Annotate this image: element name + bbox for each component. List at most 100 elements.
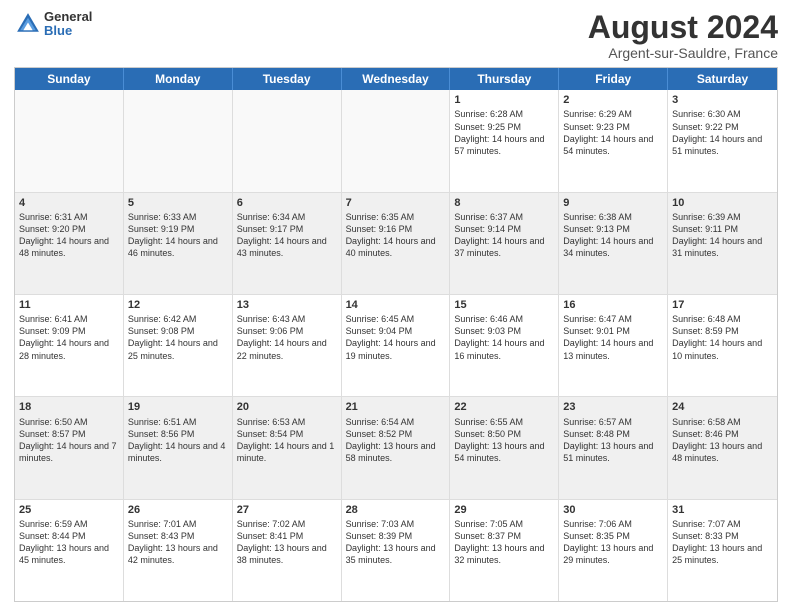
calendar-body: 1Sunrise: 6:28 AMSunset: 9:25 PMDaylight… [15, 90, 777, 601]
cal-cell-1-0: 4Sunrise: 6:31 AMSunset: 9:20 PMDaylight… [15, 193, 124, 294]
cal-cell-0-5: 2Sunrise: 6:29 AMSunset: 9:23 PMDaylight… [559, 90, 668, 191]
header-monday: Monday [124, 68, 233, 90]
day-number-14: 14 [346, 298, 446, 312]
day-number-22: 22 [454, 400, 554, 414]
cal-cell-1-5: 9Sunrise: 6:38 AMSunset: 9:13 PMDaylight… [559, 193, 668, 294]
location-subtitle: Argent-sur-Sauldre, France [588, 45, 778, 61]
cell-info-6: Sunrise: 6:34 AMSunset: 9:17 PMDaylight:… [237, 211, 337, 260]
cal-cell-1-1: 5Sunrise: 6:33 AMSunset: 9:19 PMDaylight… [124, 193, 233, 294]
cal-row-4: 25Sunrise: 6:59 AMSunset: 8:44 PMDayligh… [15, 500, 777, 601]
cell-info-19: Sunrise: 6:51 AMSunset: 8:56 PMDaylight:… [128, 416, 228, 465]
cell-info-3: Sunrise: 6:30 AMSunset: 9:22 PMDaylight:… [672, 108, 773, 157]
cal-cell-1-4: 8Sunrise: 6:37 AMSunset: 9:14 PMDaylight… [450, 193, 559, 294]
header-wednesday: Wednesday [342, 68, 451, 90]
cal-cell-4-2: 27Sunrise: 7:02 AMSunset: 8:41 PMDayligh… [233, 500, 342, 601]
cal-cell-3-4: 22 Sunrise: 6:55 AMSunset: 8:50 PMDayligh… [450, 397, 559, 498]
cal-cell-0-1 [124, 90, 233, 191]
cal-cell-2-6: 17Sunrise: 6:48 AMSunset: 8:59 PMDayligh… [668, 295, 777, 396]
day-number-9: 9 [563, 196, 663, 210]
cal-cell-4-5: 30Sunrise: 7:06 AMSunset: 8:35 PMDayligh… [559, 500, 668, 601]
cell-info-7: Sunrise: 6:35 AMSunset: 9:16 PMDaylight:… [346, 211, 446, 260]
cal-cell-2-4: 15Sunrise: 6:46 AMSunset: 9:03 PMDayligh… [450, 295, 559, 396]
cal-row-2: 11Sunrise: 6:41 AMSunset: 9:09 PMDayligh… [15, 295, 777, 397]
day-number-31: 31 [672, 503, 773, 517]
cell-info-10: Sunrise: 6:39 AMSunset: 9:11 PMDaylight:… [672, 211, 773, 260]
cal-cell-2-0: 11Sunrise: 6:41 AMSunset: 9:09 PMDayligh… [15, 295, 124, 396]
day-number-25: 25 [19, 503, 119, 517]
logo-blue-text: Blue [44, 23, 72, 38]
header-tuesday: Tuesday [233, 68, 342, 90]
cal-cell-3-2: 20 Sunrise: 6:53 AMSunset: 8:54 PMDayligh… [233, 397, 342, 498]
day-number-2: 2 [563, 93, 663, 107]
calendar-header: Sunday Monday Tuesday Wednesday Thursday… [15, 68, 777, 90]
cal-cell-2-1: 12Sunrise: 6:42 AMSunset: 9:08 PMDayligh… [124, 295, 233, 396]
day-number-1: 1 [454, 93, 554, 107]
cell-info-17: Sunrise: 6:48 AMSunset: 8:59 PMDaylight:… [672, 313, 773, 362]
cell-info-16: Sunrise: 6:47 AMSunset: 9:01 PMDaylight:… [563, 313, 663, 362]
day-number-13: 13 [237, 298, 337, 312]
day-number-26: 26 [128, 503, 228, 517]
header: General Blue August 2024 Argent-sur-Saul… [14, 10, 778, 61]
cell-info-23: Sunrise: 6:57 AMSunset: 8:48 PMDaylight:… [563, 416, 663, 465]
cell-info-31: Sunrise: 7:07 AMSunset: 8:33 PMDaylight:… [672, 518, 773, 567]
cal-row-0: 1Sunrise: 6:28 AMSunset: 9:25 PMDaylight… [15, 90, 777, 192]
cell-info-2: Sunrise: 6:29 AMSunset: 9:23 PMDaylight:… [563, 108, 663, 157]
cal-cell-0-6: 3Sunrise: 6:30 AMSunset: 9:22 PMDaylight… [668, 90, 777, 191]
day-number-20: 20 [237, 400, 337, 414]
day-number-23: 23 [563, 400, 663, 414]
cell-info-5: Sunrise: 6:33 AMSunset: 9:19 PMDaylight:… [128, 211, 228, 260]
cal-cell-2-3: 14Sunrise: 6:45 AMSunset: 9:04 PMDayligh… [342, 295, 451, 396]
day-number-27: 27 [237, 503, 337, 517]
cell-info-24: Sunrise: 6:58 AMSunset: 8:46 PMDaylight:… [672, 416, 773, 465]
day-number-30: 30 [563, 503, 663, 517]
cell-info-12: Sunrise: 6:42 AMSunset: 9:08 PMDaylight:… [128, 313, 228, 362]
cell-info-25: Sunrise: 6:59 AMSunset: 8:44 PMDaylight:… [19, 518, 119, 567]
day-number-15: 15 [454, 298, 554, 312]
header-saturday: Saturday [668, 68, 777, 90]
cell-info-14: Sunrise: 6:45 AMSunset: 9:04 PMDaylight:… [346, 313, 446, 362]
cal-cell-2-5: 16Sunrise: 6:47 AMSunset: 9:01 PMDayligh… [559, 295, 668, 396]
cell-info-1: Sunrise: 6:28 AMSunset: 9:25 PMDaylight:… [454, 108, 554, 157]
day-number-10: 10 [672, 196, 773, 210]
day-number-6: 6 [237, 196, 337, 210]
header-friday: Friday [559, 68, 668, 90]
day-number-24: 24 [672, 400, 773, 414]
cal-row-1: 4Sunrise: 6:31 AMSunset: 9:20 PMDaylight… [15, 193, 777, 295]
cal-cell-4-1: 26Sunrise: 7:01 AMSunset: 8:43 PMDayligh… [124, 500, 233, 601]
cal-row-3: 18 Sunrise: 6:50 AMSunset: 8:57 PMDayligh… [15, 397, 777, 499]
cal-cell-0-0 [15, 90, 124, 191]
cell-info-30: Sunrise: 7:06 AMSunset: 8:35 PMDaylight:… [563, 518, 663, 567]
logo-general-text: General [44, 9, 92, 24]
day-number-12: 12 [128, 298, 228, 312]
cell-info-22: Sunrise: 6:55 AMSunset: 8:50 PMDaylight:… [454, 416, 554, 465]
day-number-4: 4 [19, 196, 119, 210]
day-number-18: 18 [19, 400, 119, 414]
cal-cell-2-2: 13Sunrise: 6:43 AMSunset: 9:06 PMDayligh… [233, 295, 342, 396]
cal-cell-0-2 [233, 90, 342, 191]
day-number-8: 8 [454, 196, 554, 210]
cal-cell-1-6: 10Sunrise: 6:39 AMSunset: 9:11 PMDayligh… [668, 193, 777, 294]
cell-info-20: Sunrise: 6:53 AMSunset: 8:54 PMDaylight:… [237, 416, 337, 465]
day-number-19: 19 [128, 400, 228, 414]
month-year-title: August 2024 [588, 10, 778, 45]
header-thursday: Thursday [450, 68, 559, 90]
day-number-17: 17 [672, 298, 773, 312]
cell-info-29: Sunrise: 7:05 AMSunset: 8:37 PMDaylight:… [454, 518, 554, 567]
cal-cell-0-4: 1Sunrise: 6:28 AMSunset: 9:25 PMDaylight… [450, 90, 559, 191]
generalblue-logo-icon [14, 10, 42, 38]
cal-cell-0-3 [342, 90, 451, 191]
cal-cell-1-2: 6Sunrise: 6:34 AMSunset: 9:17 PMDaylight… [233, 193, 342, 294]
cal-cell-3-0: 18 Sunrise: 6:50 AMSunset: 8:57 PMDayligh… [15, 397, 124, 498]
cal-cell-3-5: 23 Sunrise: 6:57 AMSunset: 8:48 PMDayligh… [559, 397, 668, 498]
cell-info-9: Sunrise: 6:38 AMSunset: 9:13 PMDaylight:… [563, 211, 663, 260]
cal-cell-1-3: 7Sunrise: 6:35 AMSunset: 9:16 PMDaylight… [342, 193, 451, 294]
cell-info-4: Sunrise: 6:31 AMSunset: 9:20 PMDaylight:… [19, 211, 119, 260]
day-number-3: 3 [672, 93, 773, 107]
day-number-21: 21 [346, 400, 446, 414]
cell-info-18: Sunrise: 6:50 AMSunset: 8:57 PMDaylight:… [19, 416, 119, 465]
cell-info-8: Sunrise: 6:37 AMSunset: 9:14 PMDaylight:… [454, 211, 554, 260]
cal-cell-3-3: 21Sunrise: 6:54 AMSunset: 8:52 PMDayligh… [342, 397, 451, 498]
title-block: August 2024 Argent-sur-Sauldre, France [588, 10, 778, 61]
cal-cell-4-3: 28Sunrise: 7:03 AMSunset: 8:39 PMDayligh… [342, 500, 451, 601]
day-number-16: 16 [563, 298, 663, 312]
